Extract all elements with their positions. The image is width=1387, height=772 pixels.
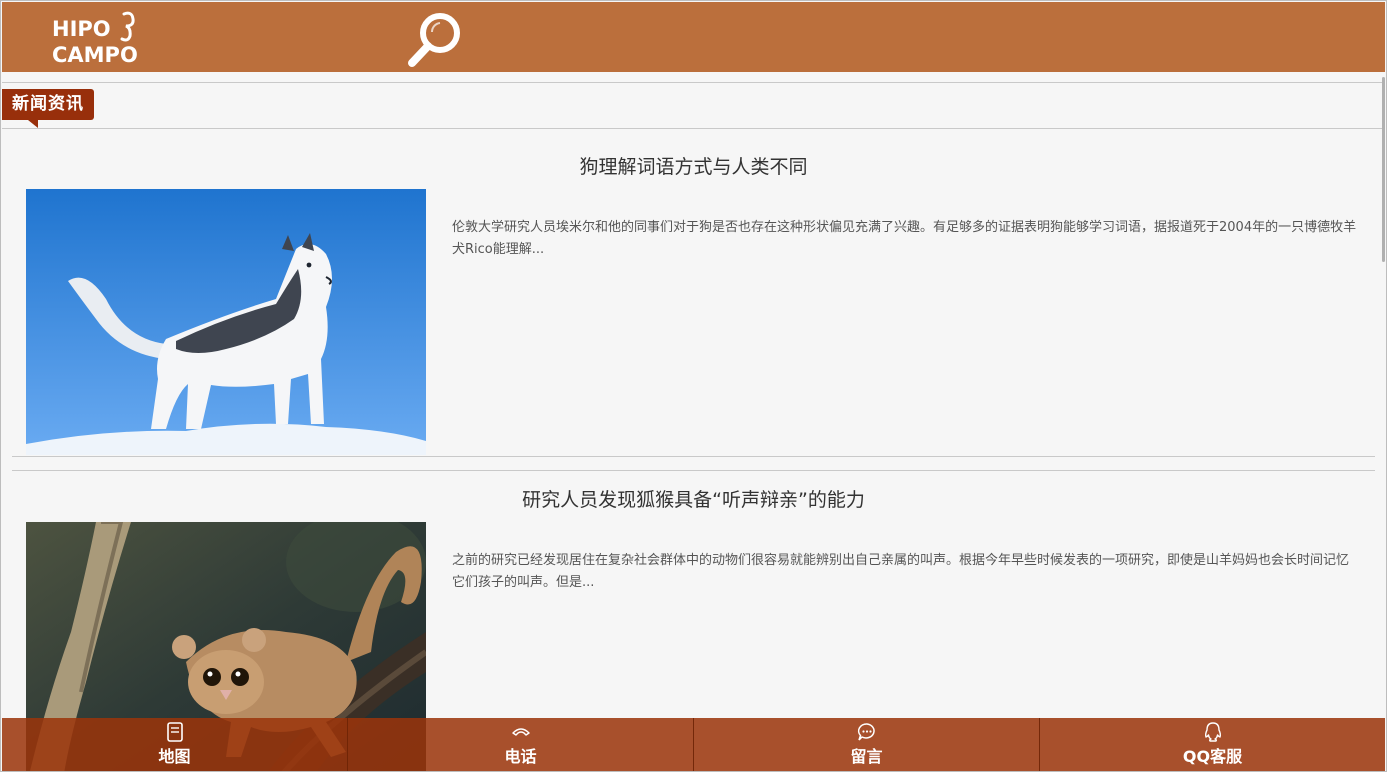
phone-icon bbox=[511, 728, 530, 736]
news-excerpt: 之前的研究已经发现居住在复杂社会群体中的动物们很容易就能辨别出自己亲属的叫声。根… bbox=[452, 553, 1350, 590]
bottom-nav-message[interactable]: 留言 bbox=[694, 718, 1040, 771]
scrollbar[interactable] bbox=[1382, 77, 1385, 262]
news-divider bbox=[12, 470, 1375, 471]
svg-text:CAMPO: CAMPO bbox=[52, 43, 138, 66]
bottom-nav-phone[interactable]: 电话 bbox=[348, 718, 694, 771]
bottom-nav-label: 留言 bbox=[850, 747, 883, 766]
news-title[interactable]: 狗理解词语方式与人类不同 bbox=[1, 152, 1386, 179]
page: HIPO CAMPO 新闻资讯 狗理解词语方式与人类不同 伦敦大学研究人员埃米尔… bbox=[0, 0, 1387, 772]
map-icon bbox=[166, 722, 183, 742]
header-divider bbox=[2, 82, 1385, 83]
news-excerpt: 伦敦大学研究人员埃米尔和他的同事们对于狗是否也存在这种形状偏见充满了兴趣。有足够… bbox=[452, 220, 1357, 257]
bottom-nav: 地图 电话 留言 QQ客服 bbox=[2, 718, 1385, 771]
bottom-nav-label: 电话 bbox=[504, 747, 537, 766]
qq-icon bbox=[1204, 722, 1221, 742]
header: HIPO CAMPO bbox=[2, 2, 1385, 72]
svg-text:HIPO: HIPO bbox=[52, 17, 111, 41]
message-icon bbox=[857, 723, 875, 741]
news-divider bbox=[12, 456, 1375, 457]
news-title[interactable]: 研究人员发现狐猴具备“听声辩亲”的能力 bbox=[1, 485, 1386, 512]
hipocampo-logo[interactable]: HIPO CAMPO bbox=[50, 10, 140, 66]
news-image-husky[interactable] bbox=[26, 189, 426, 455]
bottom-nav-qq[interactable]: QQ客服 bbox=[1040, 718, 1385, 771]
section-label: 新闻资讯 bbox=[2, 89, 94, 128]
bottom-nav-label: 地图 bbox=[158, 747, 191, 766]
bottom-nav-map[interactable]: 地图 bbox=[2, 718, 348, 771]
section-divider bbox=[2, 128, 1385, 129]
bottom-nav-label: QQ客服 bbox=[1182, 747, 1243, 766]
search-icon[interactable] bbox=[404, 10, 466, 70]
